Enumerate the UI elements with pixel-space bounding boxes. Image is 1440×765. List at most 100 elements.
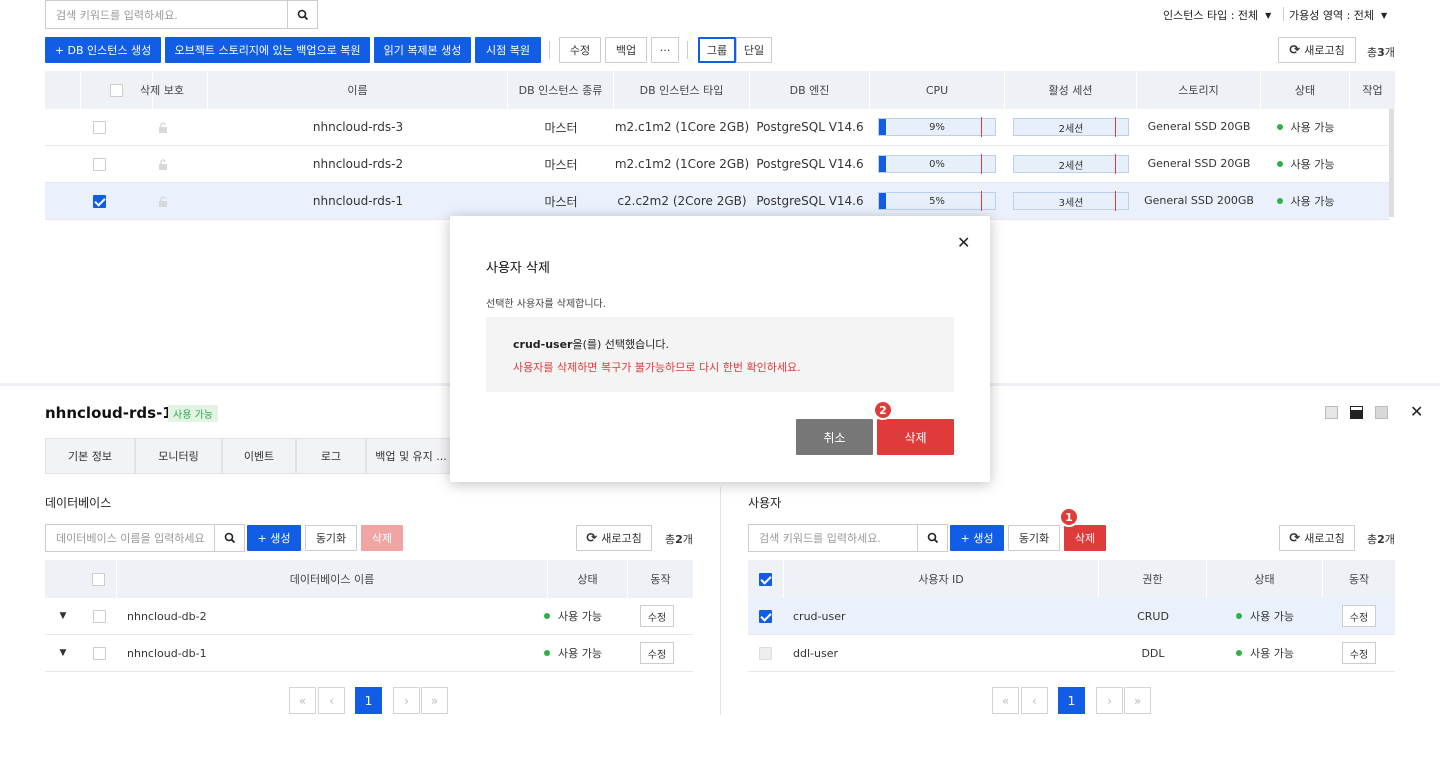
instance-name[interactable]: nhncloud-rds-2 (208, 146, 508, 182)
lock-icon (117, 109, 208, 145)
instance-table-scrollbar[interactable] (1389, 109, 1394, 217)
select-all-checkbox[interactable] (92, 572, 105, 586)
row-checkbox[interactable] (93, 158, 106, 171)
create-read-replica-button[interactable]: 읽기 복제본 생성 (374, 37, 471, 63)
instance-refresh-button[interactable]: ⟳ 새로고침 (1278, 37, 1356, 63)
user-search-button[interactable] (918, 524, 948, 552)
col-engine: DB 엔진 (750, 71, 870, 109)
az-filter-label: 가용성 영역 : 전체 (1289, 9, 1375, 22)
point-in-time-restore-button[interactable]: 시점 복원 (475, 37, 541, 63)
select-all-checkbox[interactable] (759, 572, 772, 586)
instance-name[interactable]: nhncloud-rds-3 (208, 109, 508, 145)
user-refresh-button[interactable]: ⟳ 새로고침 (1279, 525, 1355, 551)
row-checkbox[interactable] (93, 121, 106, 134)
user-create-button[interactable]: + 생성 (950, 525, 1004, 551)
user-delete-button[interactable]: 삭제 (1064, 525, 1106, 551)
restore-from-object-storage-button[interactable]: 오브젝트 스토리지에 있는 백업으로 복원 (165, 37, 370, 63)
database-delete-button[interactable]: 삭제 (361, 525, 403, 551)
instance-row[interactable]: nhncloud-rds-1 마스터 c2.c2m2 (2Core 2GB) P… (45, 183, 1389, 220)
user-row[interactable]: crud-user CRUD 사용 가능 수정 (748, 598, 1395, 635)
col-db-name: 데이터베이스 이름 (117, 560, 548, 598)
last-page-icon[interactable]: » (1124, 687, 1151, 714)
detail-tab[interactable]: 로그 (296, 438, 366, 474)
view-group-toggle[interactable]: 그룹 (698, 37, 736, 63)
row-checkbox[interactable] (93, 647, 106, 660)
database-search-input[interactable]: 데이터베이스 이름을 입력하세요 (45, 524, 215, 552)
refresh-icon: ⟳ (586, 530, 598, 546)
row-checkbox[interactable] (759, 610, 772, 623)
user-total: 총2개 (1367, 533, 1395, 546)
row-checkbox[interactable] (93, 195, 106, 208)
create-instance-button[interactable]: + DB 인스턴스 생성 (45, 37, 161, 63)
col-name[interactable]: 이름 (208, 71, 508, 109)
instance-type-filter-label: 인스턴스 타입 : 전체 (1163, 9, 1259, 22)
close-icon[interactable]: ✕ (957, 233, 970, 252)
confirm-delete-button[interactable]: 삭제 (877, 419, 954, 455)
instance-storage: General SSD 20GB (1147, 157, 1251, 170)
instance-row[interactable]: nhncloud-rds-3 마스터 m2.c1m2 (1Core 2GB) P… (45, 109, 1389, 146)
refresh-label: 새로고침 (1304, 44, 1345, 57)
layout-top-icon[interactable] (1325, 406, 1338, 419)
database-row[interactable]: ▼ nhncloud-db-1 사용 가능 수정 (45, 635, 693, 672)
prev-page-icon[interactable]: ‹ (1021, 687, 1048, 714)
last-page-icon[interactable]: » (421, 687, 448, 714)
layout-full-icon[interactable] (1375, 406, 1388, 419)
first-page-icon[interactable]: « (992, 687, 1019, 714)
layout-half-icon[interactable] (1350, 406, 1363, 419)
view-single-toggle[interactable]: 단일 (736, 37, 772, 63)
cancel-button[interactable]: 취소 (796, 419, 873, 455)
warning-text: 사용자를 삭제하면 복구가 불가능하므로 다시 한번 확인하세요. (513, 361, 801, 374)
prev-page-icon[interactable]: ‹ (318, 687, 345, 714)
user-id: crud-user (793, 609, 846, 623)
instance-search-button[interactable] (288, 0, 318, 29)
user-row[interactable]: ddl-user DDL 사용 가능 수정 (748, 635, 1395, 672)
instance-type-filter[interactable]: 인스턴스 타입 : 전체 ▼ (1163, 7, 1271, 23)
status-dot (544, 613, 550, 619)
instance-table-header: 삭제 보호 이름 DB 인스턴스 종류 DB 인스턴스 타입 DB 엔진 CPU… (45, 71, 1395, 109)
page-number[interactable]: 1 (355, 687, 382, 714)
col-user-status: 상태 (1207, 560, 1323, 598)
detail-tab[interactable]: 모니터링 (135, 438, 222, 474)
backup-button[interactable]: 백업 (605, 37, 647, 63)
next-page-icon[interactable]: › (1096, 687, 1123, 714)
more-button[interactable]: ··· (651, 37, 679, 63)
session-value: 2세션 (1058, 123, 1084, 135)
detail-tab[interactable]: 기본 정보 (45, 438, 135, 474)
user-modify-button[interactable]: 수정 (1342, 642, 1376, 664)
status-dot (1236, 650, 1242, 656)
expand-caret-icon[interactable]: ▼ (53, 635, 73, 671)
expand-caret-icon[interactable]: ▼ (53, 598, 73, 634)
detail-tab[interactable]: 백업 및 유지 ... (366, 438, 456, 474)
user-sync-button[interactable]: 동기화 (1008, 525, 1060, 551)
instance-status: 사용 가능 (1261, 183, 1350, 219)
search-icon (297, 9, 308, 20)
next-page-icon[interactable]: › (393, 687, 420, 714)
refresh-icon: ⟳ (1289, 42, 1301, 58)
database-create-button[interactable]: + 생성 (247, 525, 301, 551)
database-refresh-button[interactable]: ⟳ 새로고침 (576, 525, 652, 551)
database-modify-button[interactable]: 수정 (640, 605, 674, 627)
database-search-button[interactable] (215, 524, 245, 552)
database-modify-button[interactable]: 수정 (640, 642, 674, 664)
modify-button[interactable]: 수정 (559, 37, 601, 63)
cpu-value: 0% (929, 158, 945, 170)
detail-tab[interactable]: 이벤트 (222, 438, 296, 474)
database-sync-button[interactable]: 동기화 (305, 525, 357, 551)
row-checkbox[interactable] (93, 610, 106, 623)
instance-search-input[interactable]: 검색 키워드를 입력하세요. (45, 0, 288, 29)
instance-row[interactable]: nhncloud-rds-2 마스터 m2.c1m2 (1Core 2GB) P… (45, 146, 1389, 183)
step-marker-2: 2 (873, 400, 893, 420)
page-number[interactable]: 1 (1058, 687, 1085, 714)
cpu-bar: 9% (878, 117, 996, 137)
user-search-input[interactable]: 검색 키워드를 입력하세요. (748, 524, 918, 552)
instance-name[interactable]: nhncloud-rds-1 (208, 183, 508, 219)
user-modify-button[interactable]: 수정 (1342, 605, 1376, 627)
refresh-label: 새로고침 (1304, 532, 1345, 545)
row-checkbox[interactable] (759, 647, 772, 660)
close-icon[interactable]: ✕ (1410, 402, 1423, 421)
database-row[interactable]: ▼ nhncloud-db-2 사용 가능 수정 (45, 598, 693, 635)
modal-title: 사용자 삭제 (486, 261, 550, 276)
first-page-icon[interactable]: « (289, 687, 316, 714)
az-filter[interactable]: 가용성 영역 : 전체 ▼ (1289, 7, 1387, 23)
search-icon (927, 532, 938, 544)
